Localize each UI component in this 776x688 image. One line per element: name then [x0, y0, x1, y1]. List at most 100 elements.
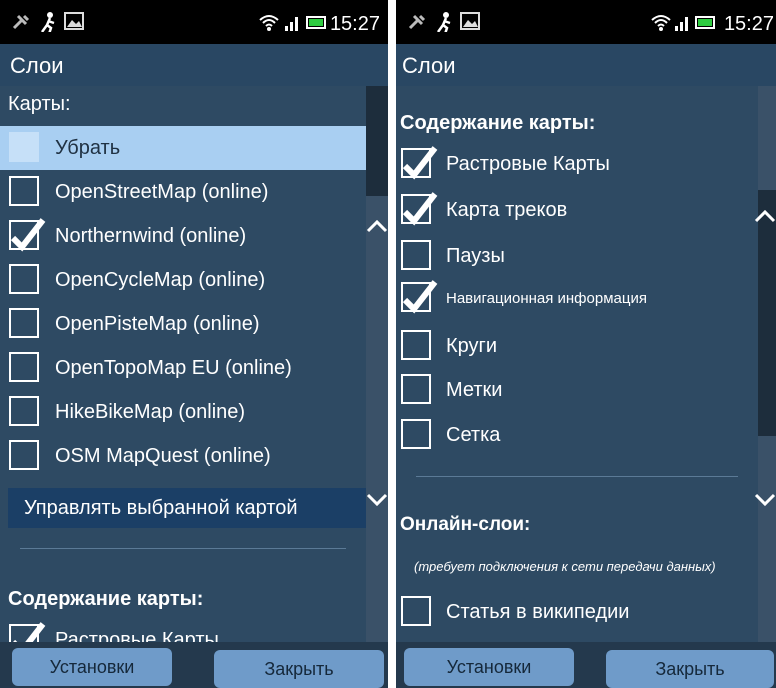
checkbox-checked[interactable] [9, 218, 46, 252]
content-item-circles[interactable]: Круги [396, 324, 758, 368]
checkbox[interactable] [401, 374, 431, 404]
content-item-raster-maps[interactable]: Растровые Карты [396, 142, 758, 186]
maps-section-header: Карты: [8, 93, 71, 115]
checkbox-checked[interactable] [401, 192, 438, 226]
status-bar: 15:27 [396, 0, 776, 44]
scroll-up-arrow-icon[interactable] [754, 208, 776, 224]
battery-icon [306, 16, 326, 29]
signal-icon [675, 17, 688, 31]
map-item-label: OpenCycleMap (online) [55, 269, 266, 291]
map-item-label: OpenTopoMap EU (online) [55, 357, 292, 379]
content-item-pauses[interactable]: Паузы [396, 234, 758, 278]
map-item-hikebikemap[interactable]: HikeBikeMap (online) [0, 390, 366, 434]
map-item-openstreetmap[interactable]: OpenStreetMap (online) [0, 170, 366, 214]
battery-icon [695, 16, 715, 29]
close-button[interactable]: Закрыть [214, 650, 384, 688]
map-item-label: HikeBikeMap (online) [55, 401, 246, 423]
checkbox[interactable] [9, 396, 39, 426]
online-item-label: Статья в википедии [446, 601, 630, 623]
content-item-label: Навигационная информация [446, 290, 647, 307]
content-item-label: Сетка [446, 424, 501, 446]
content-item-label: Карта треков [446, 199, 568, 221]
scroll-up-arrow-icon[interactable] [366, 218, 388, 234]
checkmark-icon [10, 218, 46, 252]
content-item-raster-maps[interactable]: Растровые Карты [0, 618, 366, 642]
satellite-icon [12, 14, 30, 30]
map-item-label: OpenStreetMap (online) [55, 181, 269, 203]
checkbox[interactable] [9, 264, 39, 294]
scrollbar[interactable] [366, 86, 388, 642]
status-bar: 15:27 [0, 0, 388, 44]
checkbox[interactable] [401, 419, 431, 449]
checkbox[interactable] [401, 596, 431, 626]
dialog-title: Слои [10, 53, 64, 78]
wifi-icon [259, 15, 279, 31]
checkbox-checked[interactable] [401, 146, 438, 180]
map-item-opentopomap[interactable]: OpenTopoMap EU (online) [0, 346, 366, 390]
button-bar: Установки Закрыть [396, 642, 776, 688]
map-item-label: OpenPisteMap (online) [55, 313, 260, 335]
scrollbar-thumb[interactable] [366, 86, 388, 196]
content-item-label: Круги [446, 335, 498, 357]
close-button[interactable]: Закрыть [606, 650, 774, 688]
dialog-title-bar: Слои [396, 44, 776, 86]
checkbox[interactable] [9, 308, 39, 338]
checkmark-icon [13, 622, 46, 642]
map-item-label: Northernwind (online) [55, 225, 247, 247]
map-item-northernwind[interactable]: Northernwind (online) [0, 214, 366, 258]
runner-icon [40, 12, 55, 32]
settings-button[interactable]: Установки [404, 648, 574, 686]
online-note: (требует подключения к сети передачи дан… [414, 559, 716, 574]
clock: 15:27 [329, 13, 380, 35]
button-bar: Установки Закрыть [0, 642, 388, 688]
scroll-down-arrow-icon[interactable] [366, 492, 388, 508]
layers-list[interactable]: Карты: Убрать OpenStreetMap (online) Nor… [0, 86, 366, 642]
map-item-label: Убрать [55, 137, 121, 159]
image-icon [460, 12, 480, 30]
checkmark-icon [402, 192, 438, 226]
checkmark-icon [402, 280, 438, 314]
checkbox[interactable] [9, 176, 39, 206]
map-item-none[interactable]: Убрать [0, 126, 366, 170]
checkbox[interactable] [401, 240, 431, 270]
content-item-marks[interactable]: Метки [396, 368, 758, 412]
checkmark-icon [402, 146, 438, 180]
left-screen: 15:27 Слои Карты: Убрать OpenStreetMap (… [0, 0, 388, 688]
checkbox-checked[interactable] [401, 280, 438, 314]
dialog-title: Слои [402, 53, 456, 78]
checkbox[interactable] [9, 440, 39, 470]
content-section-header: Содержание карты: [8, 588, 204, 610]
checkbox[interactable] [9, 132, 39, 162]
divider [20, 548, 346, 549]
content-item-label: Метки [446, 379, 503, 401]
checkbox-checked[interactable] [9, 622, 46, 642]
scrollbar[interactable] [758, 86, 776, 642]
divider [416, 476, 738, 477]
right-screen: 15:27 Слои Содержание карты: Растровые К… [396, 0, 776, 688]
settings-button[interactable]: Установки [12, 648, 172, 686]
map-item-label: OSM MapQuest (online) [55, 445, 271, 467]
content-section-header: Содержание карты: [400, 112, 596, 134]
map-item-opencyclemap[interactable]: OpenCycleMap (online) [0, 258, 366, 302]
content-item-navigation-info[interactable]: Навигационная информация [396, 276, 758, 320]
dialog-title-bar: Слои [0, 44, 388, 86]
content-item-label: Растровые Карты [446, 153, 610, 175]
online-item-wikipedia[interactable]: Статья в википедии [396, 590, 758, 634]
checkbox[interactable] [9, 352, 39, 382]
online-section-header: Онлайн-слои: [400, 514, 531, 535]
image-icon [64, 12, 84, 30]
layers-list[interactable]: Содержание карты: Растровые Карты Карта … [396, 86, 758, 642]
content-item-grid[interactable]: Сетка [396, 413, 758, 457]
content-item-track-map[interactable]: Карта треков [396, 188, 758, 232]
scrollbar-thumb[interactable] [758, 190, 776, 436]
runner-icon [436, 12, 451, 32]
scroll-down-arrow-icon[interactable] [754, 492, 776, 508]
clock: 15:27 [723, 13, 774, 35]
manage-map-button[interactable]: Управлять выбранной картой [8, 488, 366, 528]
map-item-osm-mapquest[interactable]: OSM MapQuest (online) [0, 434, 366, 478]
checkbox[interactable] [401, 330, 431, 360]
map-item-openpistemap[interactable]: OpenPisteMap (online) [0, 302, 366, 346]
signal-icon [285, 17, 298, 31]
manage-map-label: Управлять выбранной картой [24, 497, 298, 519]
content-item-label: Паузы [446, 245, 505, 267]
